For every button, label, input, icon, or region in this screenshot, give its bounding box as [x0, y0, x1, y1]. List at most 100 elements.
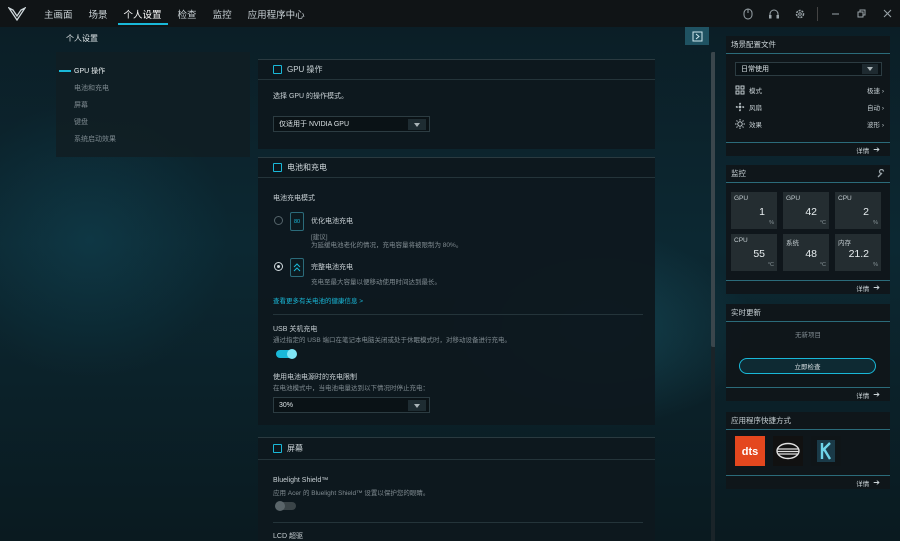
arrow-right-icon: ➔ [873, 478, 880, 487]
gpu-mode-select[interactable]: 仅适用于 NVIDIA GPU [273, 116, 430, 132]
shortcuts-details-link[interactable]: 详情 ➔ [726, 475, 890, 489]
separator [817, 6, 818, 21]
bluelight-toggle[interactable] [275, 501, 296, 511]
screen-card-title: 屏幕 [287, 444, 303, 453]
chevron-down-icon [408, 119, 426, 130]
gpu-temp-tile: GPU 42 °C [783, 192, 829, 229]
usb-charge-desc: 通过指定的 USB 端口在笔记本电脑关闭或处于休眠模式时，对移动设备进行充电。 [273, 337, 511, 344]
battery-health-link[interactable]: 查看更多有关电池的健康信息 > [273, 295, 363, 305]
battery-full-icon [290, 258, 304, 277]
screen-card: 屏幕 Bluelight Shield™ 应用 Acer 的 Bluelight… [258, 437, 655, 541]
window-controls [735, 0, 900, 27]
gpu-mode-value: 仅适用于 NVIDIA GPU [279, 121, 350, 128]
battery-80-icon: 80 [290, 212, 304, 231]
nav-home[interactable]: 主画面 [36, 0, 81, 27]
nav-personal-settings[interactable]: 个人设置 [116, 0, 170, 27]
optimized-charge-desc: 为延缓电池老化的情况，充电容量将被限制为 80%。 [311, 242, 463, 249]
divider [273, 314, 643, 315]
live-updates-panel: 实时更新 无新项目 立即检查 详情 ➔ [726, 304, 890, 401]
full-charge-desc: 充电至最大容量以便移动使用时间达到最长。 [311, 279, 441, 286]
subnav-screen[interactable]: 屏幕 [56, 96, 250, 113]
profile-select[interactable]: 日常使用 [735, 62, 882, 76]
nav-check[interactable]: 检查 [170, 0, 205, 27]
cpu-temp-tile: CPU 55 °C [731, 234, 777, 271]
gpu-usage-tile: GPU 1 % [731, 192, 777, 229]
optimized-charge-radio[interactable] [274, 216, 283, 225]
shortcuts-panel-title: 应用程序快捷方式 [726, 412, 890, 430]
profile-row-mode[interactable]: 模式 极速 › [735, 83, 884, 97]
divider [273, 522, 643, 523]
settings-subnav: GPU 操作 电池和充电 屏幕 键盘 系统启动效果 [56, 52, 250, 157]
mode-icon [735, 85, 745, 95]
settings-content: GPU 操作 选择 GPU 的操作模式。 仅适用于 NVIDIA GPU 电池和… [258, 52, 715, 541]
subnav-boot-effect[interactable]: 系统启动效果 [56, 130, 250, 147]
nav-app-center[interactable]: 应用程序中心 [240, 0, 313, 27]
app-shortcuts-panel: 应用程序快捷方式 dts 详情 ➔ [726, 412, 890, 489]
charge-limit-title: 使用电池电源时的充电限制 [273, 374, 357, 381]
battery-charge-icon [273, 163, 282, 172]
battery-card: 电池和充电 电池充电模式 80 优化电池充电 [建议] 为延缓电池老化的情况，充… [258, 157, 655, 425]
memory-usage-tile: 内存 21.2 % [835, 234, 881, 271]
subnav-gpu[interactable]: GPU 操作 [56, 62, 250, 79]
check-now-button[interactable]: 立即检查 [739, 358, 876, 374]
arrow-right-icon: ➔ [873, 145, 880, 154]
mouse-icon[interactable] [735, 0, 761, 27]
page-title: 个人设置 [66, 34, 98, 43]
monitor-icon [273, 444, 282, 453]
monitor-details-link[interactable]: 详情 ➔ [726, 280, 890, 294]
restore-icon[interactable] [848, 0, 874, 27]
scenario-profile-panel: 场景配置文件 日常使用 模式 极速 › 风扇 自动 › 效果 波形 › 详情 ➔ [726, 36, 890, 156]
top-bar: 主画面 场景 个人设置 检查 监控 应用程序中心 [0, 0, 900, 27]
full-charge-radio[interactable] [274, 262, 283, 271]
profile-row-effect[interactable]: 效果 波形 › [735, 117, 884, 131]
optimized-charge-title: 优化电池充电 [311, 218, 353, 225]
k-app-icon[interactable] [811, 436, 841, 466]
predator-logo-icon [4, 0, 30, 27]
arrow-right-icon: ➔ [873, 283, 880, 292]
usb-charge-toggle[interactable] [276, 349, 297, 359]
close-icon[interactable] [874, 0, 900, 27]
full-charge-title: 完整电池充电 [311, 264, 353, 271]
bluelight-desc: 应用 Acer 的 Bluelight Shield™ 设置以保护您的眼睛。 [273, 490, 430, 497]
profile-value: 日常使用 [741, 66, 769, 73]
arrow-right-icon: ➔ [873, 390, 880, 399]
monitor-panel: 监控 GPU 1 % GPU 42 °C CPU 2 % CPU 55 °C 系… [726, 165, 890, 294]
scroll-thumb[interactable] [711, 52, 715, 347]
updates-panel-title: 实时更新 [726, 304, 890, 322]
main-nav: 主画面 场景 个人设置 检查 监控 应用程序中心 [36, 0, 313, 27]
profile-panel-title: 场景配置文件 [726, 36, 890, 54]
charge-limit-desc: 在电池模式中，当电池电量达到以下情况时停止充电： [273, 385, 429, 392]
subnav-battery[interactable]: 电池和充电 [56, 79, 250, 96]
wrench-icon[interactable] [877, 169, 886, 178]
nav-monitor[interactable]: 监控 [205, 0, 240, 27]
headset-icon[interactable] [761, 0, 787, 27]
charge-mode-label: 电池充电模式 [273, 195, 315, 202]
cpu-usage-tile: CPU 2 % [835, 192, 881, 229]
charge-limit-select[interactable]: 30% [273, 397, 430, 413]
gpu-card: GPU 操作 选择 GPU 的操作模式。 仅适用于 NVIDIA GPU [258, 59, 655, 149]
gpu-prompt: 选择 GPU 的操作模式。 [273, 93, 349, 100]
audio-app-icon[interactable] [773, 436, 803, 466]
fan-icon [735, 102, 745, 112]
profile-row-fan[interactable]: 风扇 自动 › [735, 100, 884, 114]
usb-charge-title: USB 关机充电 [273, 326, 318, 333]
gpu-chip-icon [273, 65, 282, 74]
monitor-panel-title: 监控 [731, 169, 746, 178]
subnav-keyboard[interactable]: 键盘 [56, 113, 250, 130]
charge-limit-value: 30% [279, 401, 294, 409]
svg-text:dts: dts [742, 446, 759, 458]
panel-collapse-button[interactable] [685, 27, 709, 45]
minimize-icon[interactable] [822, 0, 848, 27]
dts-app-icon[interactable]: dts [735, 436, 765, 466]
gpu-card-title: GPU 操作 [287, 65, 323, 74]
battery-card-title: 电池和充电 [287, 163, 327, 172]
scrollbar[interactable] [711, 52, 715, 541]
profile-details-link[interactable]: 详情 ➔ [726, 142, 890, 156]
chevron-down-icon [862, 64, 878, 74]
updates-details-link[interactable]: 详情 ➔ [726, 387, 890, 401]
sun-effect-icon [735, 119, 745, 129]
bluelight-title: Bluelight Shield™ [273, 477, 329, 484]
chevron-down-icon [408, 400, 426, 411]
nav-scenario[interactable]: 场景 [81, 0, 116, 27]
settings-gear-icon[interactable] [787, 0, 813, 27]
